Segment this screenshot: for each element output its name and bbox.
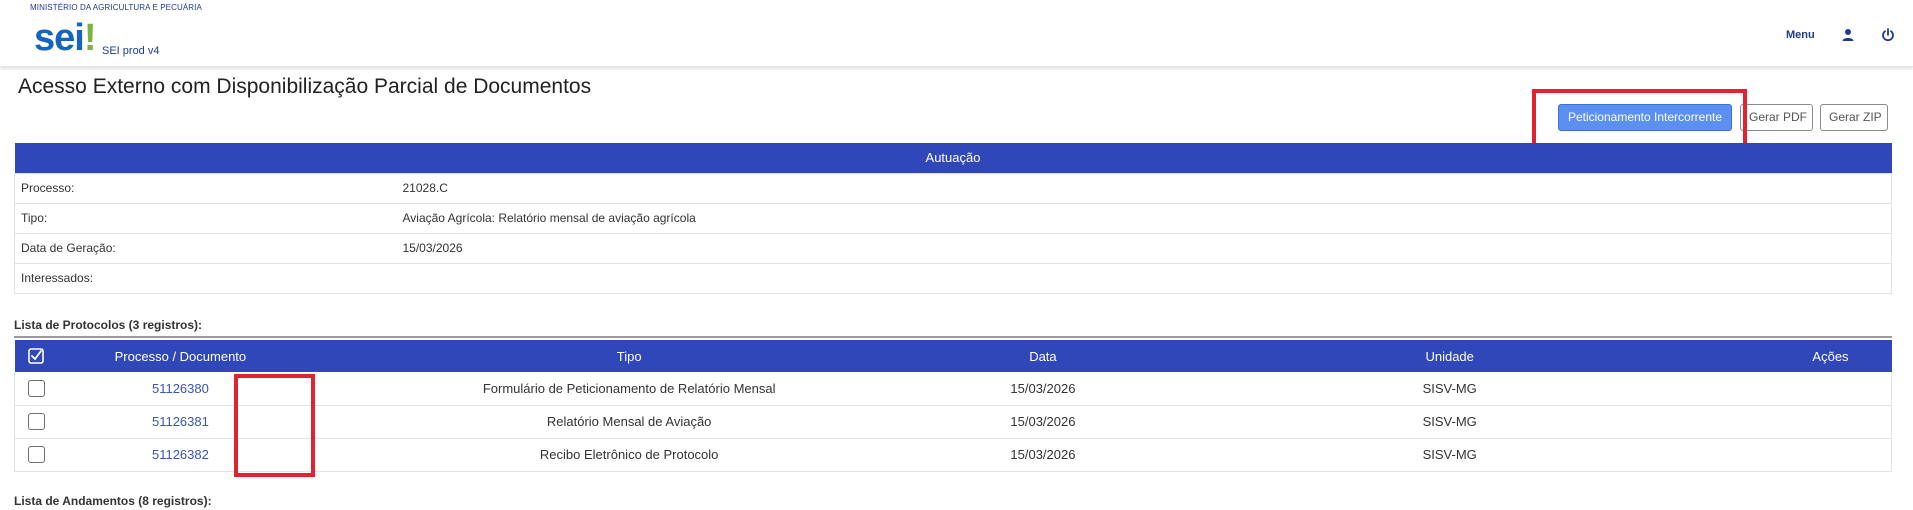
document-date: 15/03/2026 (955, 405, 1130, 439)
autuacao-heading: Autuação (14, 143, 1892, 173)
row-checkbox[interactable] (28, 413, 46, 431)
section-divider (14, 336, 1892, 338)
autuacao-row-interessados: Interessados: (14, 262, 1892, 294)
andamentos-section-label: Lista de Andamentos (8 registros): (14, 494, 212, 508)
autuacao-label: Tipo: (14, 202, 397, 234)
select-all-header[interactable] (14, 340, 59, 372)
protocolos-table: Processo / Documento Tipo Data Unidade A… (14, 340, 1892, 472)
document-type: Formulário de Peticionamento de Relatóri… (302, 372, 956, 406)
gerar-zip-button[interactable]: Gerar ZIP (1820, 104, 1888, 131)
table-row: 51126381 Relatório Mensal de Aviação 15/… (14, 405, 1892, 439)
system-name: SEI prod v4 (102, 45, 160, 57)
top-header: MINISTÉRIO DA AGRICULTURA E PECUÁRIA sei… (0, 0, 1913, 67)
user-icon[interactable] (1840, 27, 1856, 43)
autuacao-table: Autuação Processo: 21028.C Tipo: Aviação… (14, 143, 1892, 294)
autuacao-value: 21028.C (396, 172, 1892, 204)
table-row: 51126380 Formulário de Peticionamento de… (14, 372, 1892, 406)
logo-accent-text: ! (83, 17, 97, 59)
document-unit: SISV-MG (1129, 372, 1770, 406)
document-link[interactable]: 51126381 (152, 414, 209, 429)
row-checkbox[interactable] (28, 446, 46, 464)
document-type: Relatório Mensal de Aviação (302, 405, 956, 439)
sei-logo[interactable]: sei! (34, 17, 97, 59)
document-actions (1769, 438, 1892, 472)
row-select-cell[interactable] (14, 438, 59, 472)
autuacao-label: Interessados: (14, 262, 397, 294)
column-header-data: Data (955, 340, 1130, 372)
power-icon[interactable] (1880, 27, 1896, 43)
ministry-name: MINISTÉRIO DA AGRICULTURA E PECUÁRIA (30, 3, 202, 12)
table-row: 51126382 Recibo Eletrônico de Protocolo … (14, 438, 1892, 472)
document-link[interactable]: 51126380 (152, 381, 209, 396)
autuacao-value (396, 262, 1892, 294)
autuacao-value: Aviação Agrícola: Relatório mensal de av… (396, 202, 1892, 234)
document-actions (1769, 405, 1892, 439)
column-header-acoes: Ações (1769, 340, 1892, 372)
document-date: 15/03/2026 (955, 438, 1130, 472)
row-select-cell[interactable] (14, 372, 59, 406)
autuacao-row-data-geracao: Data de Geração: 15/03/2026 (14, 232, 1892, 264)
row-select-cell[interactable] (14, 405, 59, 439)
menu-button[interactable]: Menu (1786, 29, 1815, 41)
column-header-tipo: Tipo (302, 340, 956, 372)
gerar-pdf-button[interactable]: Gerar PDF (1740, 104, 1813, 131)
autuacao-label: Data de Geração: (14, 232, 397, 264)
autuacao-row-tipo: Tipo: Aviação Agrícola: Relatório mensal… (14, 202, 1892, 234)
document-unit: SISV-MG (1129, 438, 1770, 472)
logo-main-text: sei (34, 17, 85, 59)
row-checkbox[interactable] (28, 379, 46, 397)
autuacao-label: Processo: (14, 172, 397, 204)
select-all-checkbox-icon[interactable] (28, 348, 45, 365)
column-header-unidade: Unidade (1129, 340, 1770, 372)
document-unit: SISV-MG (1129, 405, 1770, 439)
column-header-documento: Processo / Documento (58, 340, 303, 372)
document-actions (1769, 372, 1892, 406)
autuacao-row-processo: Processo: 21028.C (14, 172, 1892, 204)
page-title: Acesso Externo com Disponibilização Parc… (18, 75, 592, 98)
document-date: 15/03/2026 (955, 372, 1130, 406)
autuacao-value: 15/03/2026 (396, 232, 1892, 264)
peticionamento-intercorrente-button[interactable]: Peticionamento Intercorrente (1558, 104, 1732, 131)
document-link[interactable]: 51126382 (152, 447, 209, 462)
protocolos-section-label: Lista de Protocolos (3 registros): (14, 318, 203, 332)
document-type: Recibo Eletrônico de Protocolo (302, 438, 956, 472)
